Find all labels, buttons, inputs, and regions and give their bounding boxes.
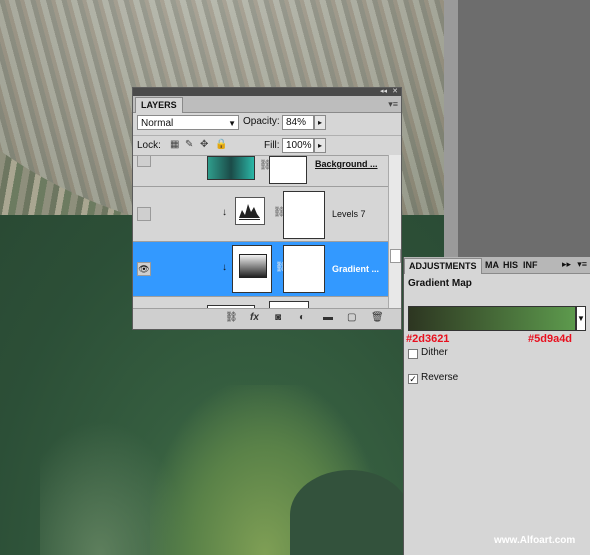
visibility-toggle[interactable] xyxy=(137,207,151,221)
add-mask-icon[interactable]: ◙ xyxy=(275,312,281,323)
layer-mask-thumbnail xyxy=(283,191,325,239)
clipping-arrow-icon: ↓ xyxy=(222,207,227,218)
adjustments-panel: ADJUSTMENTS MA HIS INF ▸▸ ▾≡ Gradient Ma… xyxy=(403,257,590,555)
opacity-field[interactable]: 84% xyxy=(282,115,314,130)
lock-brush-icon[interactable]: ✎ xyxy=(185,140,195,150)
reverse-checkbox[interactable]: ✓ xyxy=(408,374,418,384)
canvas-edge xyxy=(444,0,458,258)
lock-all-icon[interactable]: 🔒 xyxy=(215,140,227,150)
expand-tabs-icon[interactable]: ▸▸ xyxy=(562,259,571,270)
opacity-slider-button[interactable]: ▸ xyxy=(314,115,326,130)
new-layer-icon[interactable]: ▢ xyxy=(347,312,356,323)
new-adjustment-icon[interactable]: ◐ xyxy=(299,312,305,323)
layer-row-background[interactable]: ⛓ Background ... xyxy=(133,156,389,187)
layer-name: Gradient ... xyxy=(332,264,380,274)
clipping-arrow-icon: ↓ xyxy=(222,262,227,273)
tab-adjustments[interactable]: ADJUSTMENTS xyxy=(404,258,482,274)
visibility-toggle[interactable] xyxy=(137,156,151,167)
trash-icon[interactable]: 🗑 xyxy=(371,312,384,323)
link-layers-icon[interactable]: ⛓ xyxy=(225,312,238,323)
gradient-start-color-label: #2d3621 xyxy=(406,333,450,345)
lock-label: Lock: xyxy=(137,140,161,151)
opacity-label: Opacity: xyxy=(243,116,280,127)
layers-panel-titlebar[interactable]: ◂◂ ✕ xyxy=(133,88,401,96)
dither-label: Dither xyxy=(421,347,448,358)
layer-mask-thumbnail xyxy=(269,156,307,184)
lock-transparent-icon[interactable]: ▦ xyxy=(170,140,180,150)
layer-row-levels[interactable]: ↓ ⛓ Levels 7 xyxy=(133,187,389,242)
layers-panel: ◂◂ ✕ LAYERS ▾≡ Normal ▼ Opacity: 84% ▸ L… xyxy=(132,87,402,330)
layer-thumbnail xyxy=(207,156,255,180)
gradient-picker-dropdown[interactable]: ▼ xyxy=(576,306,586,331)
rock xyxy=(290,470,410,555)
close-icon[interactable]: ✕ xyxy=(392,88,398,96)
workspace-background xyxy=(458,0,590,258)
dither-checkbox[interactable] xyxy=(408,349,418,359)
gradient-map-icon xyxy=(232,245,272,293)
blend-mode-select[interactable]: Normal ▼ xyxy=(137,115,239,130)
layer-name: Levels 7 xyxy=(332,209,366,219)
collapse-icon[interactable]: ◂◂ xyxy=(380,88,387,96)
lock-move-icon[interactable]: ✥ xyxy=(200,140,210,150)
panel-menu-icon[interactable]: ▾≡ xyxy=(577,259,587,270)
adjustment-title: Gradient Map xyxy=(408,278,472,289)
layer-style-icon[interactable]: fx xyxy=(250,312,259,323)
reverse-label: Reverse xyxy=(421,372,459,383)
layers-bottom-toolbar: ⛓ fx ◙ ◐ ▬ ▢ 🗑 xyxy=(133,308,401,329)
fill-label: Fill: xyxy=(264,140,280,151)
layers-scrollbar[interactable] xyxy=(388,155,401,310)
watermark: www.Alfoart.com xyxy=(494,535,576,546)
tab-layers[interactable]: LAYERS xyxy=(135,97,183,113)
fill-slider-button[interactable]: ▸ xyxy=(314,138,326,153)
eye-icon[interactable]: 👁 xyxy=(137,262,151,276)
panel-menu-icon[interactable]: ▾≡ xyxy=(388,99,398,110)
layer-mask-thumbnail xyxy=(283,245,325,293)
gradient-end-color-label: #5d9a4d xyxy=(528,333,573,345)
chevron-down-icon: ▼ xyxy=(228,119,236,128)
layer-row-gradient-map[interactable]: 👁 ↓ ⛓ Gradient ... xyxy=(133,242,389,297)
layer-list: ⛓ Background ... ↓ ⛓ Levels 7 👁 ↓ ⛓ Grad… xyxy=(133,155,389,311)
new-group-icon[interactable]: ▬ xyxy=(323,312,333,323)
scrollbar-thumb[interactable] xyxy=(390,249,401,263)
gradient-preview[interactable] xyxy=(408,306,576,331)
levels-icon xyxy=(235,197,265,225)
layer-name: Background ... xyxy=(315,159,378,169)
tab-info[interactable]: INF xyxy=(519,258,542,273)
fill-field[interactable]: 100% xyxy=(282,138,314,153)
